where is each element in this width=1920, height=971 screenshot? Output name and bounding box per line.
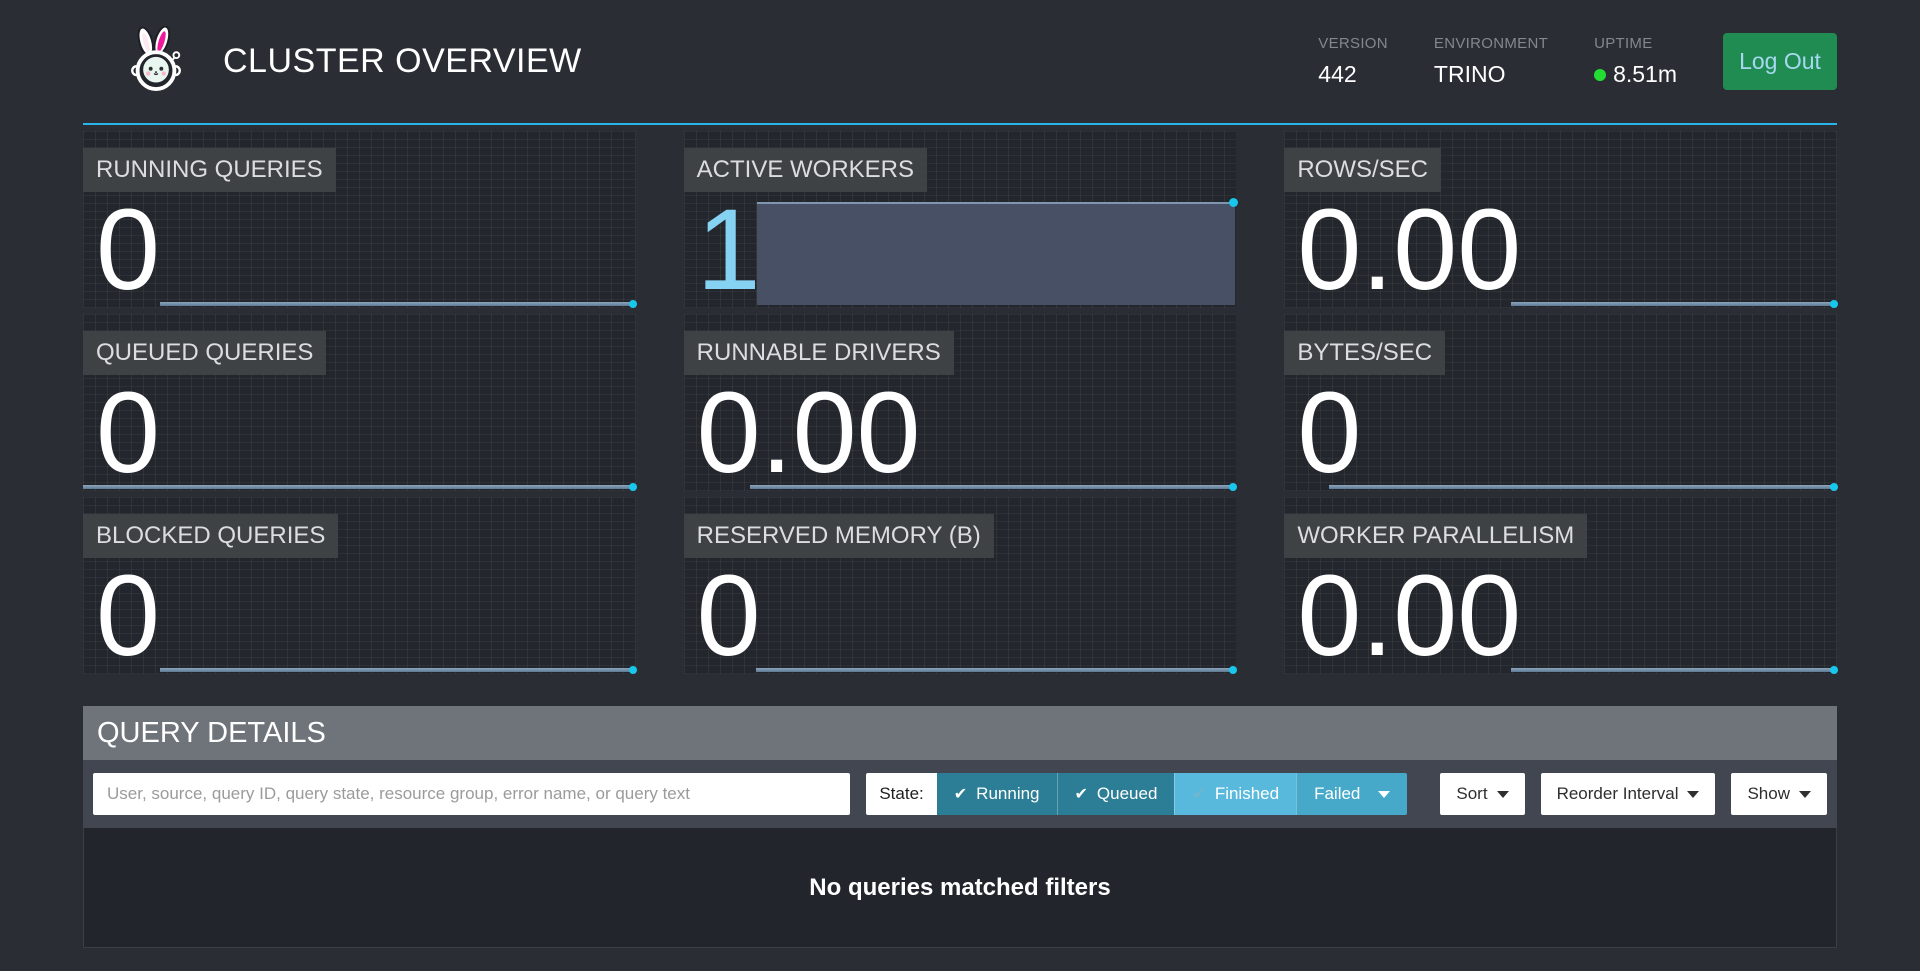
uptime-label: UPTIME [1594,35,1677,52]
cluster-stats-grid: RUNNING QUERIES 0 ACTIVE WORKERS 1 ROWS/… [83,131,1837,674]
state-filter-label: State: [866,773,936,815]
stat-value: 1 [697,193,761,308]
sparkline [83,485,635,489]
header-info: VERSION 442 ENVIRONMENT TRINO UPTIME 8.5… [1318,33,1837,90]
state-filter-queued-label: Queued [1097,784,1158,804]
stat-value: 0 [1297,376,1361,491]
stat-card-running-queries: RUNNING QUERIES 0 [83,131,636,308]
stat-card-active-workers: ACTIVE WORKERS 1 [684,131,1237,308]
uptime-status-dot-icon [1594,69,1606,81]
stat-label: RUNNING QUERIES [83,148,336,192]
stat-card-rows-per-sec: ROWS/SEC 0.00 [1284,131,1837,308]
stat-label: ROWS/SEC [1284,148,1441,192]
caret-down-icon [1378,791,1390,798]
sparkline [756,668,1236,672]
uptime-info: UPTIME 8.51m [1594,35,1677,88]
state-filter-running[interactable]: Running [937,773,1057,815]
caret-down-icon [1799,791,1811,798]
sort-label: Sort [1456,784,1487,804]
stat-label: BLOCKED QUERIES [83,514,338,558]
logout-button[interactable]: Log Out [1723,33,1837,90]
stat-label: BYTES/SEC [1284,331,1445,375]
sparkline [1329,485,1836,489]
sparkline [1511,302,1836,306]
stat-value: 0.00 [1297,559,1521,674]
sparkline-area [757,202,1235,305]
version-label: VERSION [1318,35,1388,52]
state-filter-queued[interactable]: Queued [1057,773,1175,815]
query-details-section: QUERY DETAILS State: Running Queued Fini… [83,706,1837,948]
version-info: VERSION 442 [1318,35,1388,88]
query-details-title: QUERY DETAILS [83,706,1837,760]
page-title: CLUSTER OVERVIEW [223,42,582,81]
stat-card-reserved-memory: RESERVED MEMORY (B) 0 [684,497,1237,674]
environment-info: ENVIRONMENT TRINO [1434,35,1548,88]
show-label: Show [1747,784,1790,804]
check-icon [1075,784,1088,804]
stat-card-queued-queries: QUEUED QUERIES 0 [83,314,636,491]
check-icon [954,784,967,804]
show-dropdown[interactable]: Show [1731,773,1827,815]
environment-label: ENVIRONMENT [1434,35,1548,52]
check-icon [1192,784,1205,804]
state-filter-failed-label: Failed [1314,784,1360,804]
stat-card-blocked-queries: BLOCKED QUERIES 0 [83,497,636,674]
stat-label: RUNNABLE DRIVERS [684,331,954,375]
sparkline [1511,668,1836,672]
state-filter-finished[interactable]: Finished [1174,773,1296,815]
trino-logo [125,26,187,97]
query-search-input[interactable] [93,773,850,815]
caret-down-icon [1497,791,1509,798]
state-filter-finished-label: Finished [1215,784,1279,804]
caret-down-icon [1687,791,1699,798]
stat-card-worker-parallelism: WORKER PARALLELISM 0.00 [1284,497,1837,674]
environment-value: TRINO [1434,61,1548,88]
stat-value: 0 [96,559,160,674]
empty-queries-message: No queries matched filters [809,874,1110,902]
stat-label: WORKER PARALLELISM [1284,514,1587,558]
stat-card-bytes-per-sec: BYTES/SEC 0 [1284,314,1837,491]
stat-value: 0 [697,559,761,674]
reorder-interval-dropdown[interactable]: Reorder Interval [1541,773,1716,815]
stat-value: 0.00 [697,376,921,491]
state-filter-group: State: Running Queued Finished Failed [866,773,1407,815]
version-value: 442 [1318,61,1388,88]
stat-label: RESERVED MEMORY (B) [684,514,994,558]
state-filter-failed-dropdown[interactable]: Failed [1296,773,1407,815]
sort-dropdown[interactable]: Sort [1440,773,1524,815]
stat-value: 0.00 [1297,193,1521,308]
stat-label: QUEUED QUERIES [83,331,326,375]
reorder-interval-label: Reorder Interval [1557,784,1679,804]
uptime-value: 8.51m [1613,61,1677,88]
sparkline [160,302,634,306]
stat-label: ACTIVE WORKERS [684,148,927,192]
sparkline [160,668,634,672]
state-filter-running-label: Running [976,784,1039,804]
stat-value: 0 [96,376,160,491]
stat-value: 0 [96,193,160,308]
query-list-panel: No queries matched filters [83,828,1837,948]
header: CLUSTER OVERVIEW VERSION 442 ENVIRONMENT… [83,0,1837,125]
query-details-toolbar: State: Running Queued Finished Failed [83,760,1837,828]
trino-bunny-icon [125,26,187,92]
stat-card-runnable-drivers: RUNNABLE DRIVERS 0.00 [684,314,1237,491]
